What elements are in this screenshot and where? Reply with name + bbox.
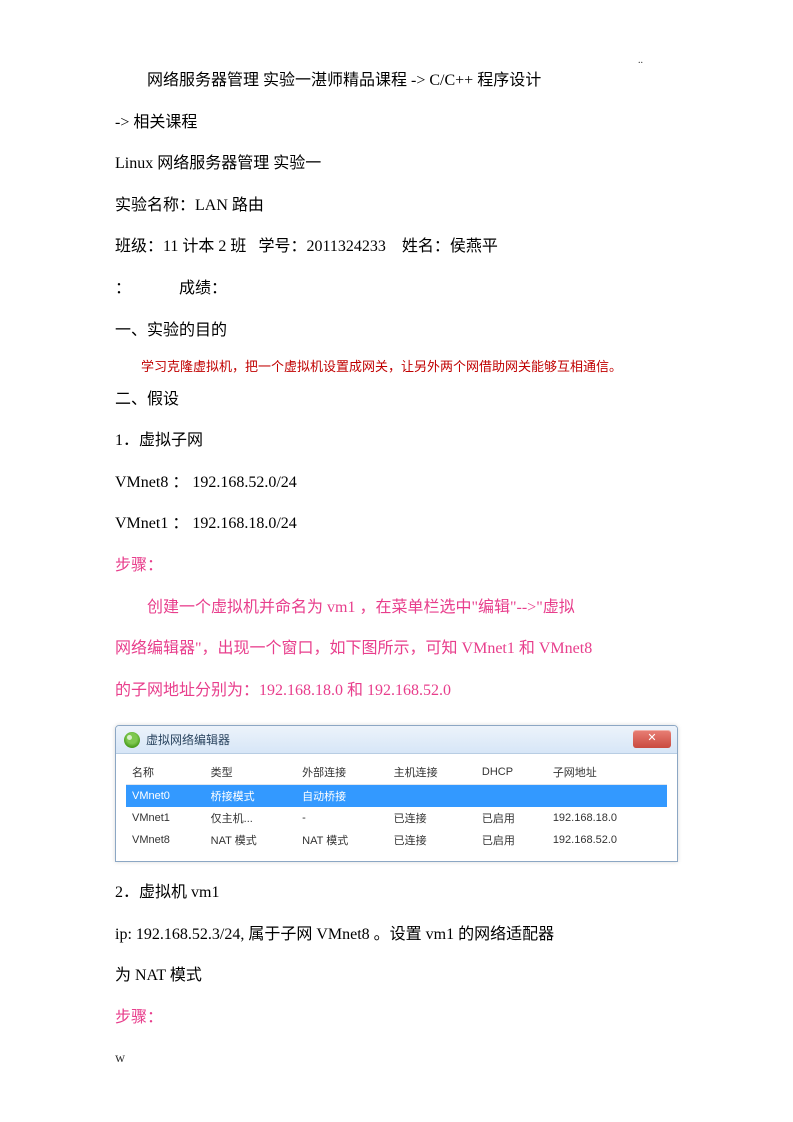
col-type[interactable]: 类型	[205, 760, 296, 785]
virtual-network-editor-window: 虚拟网络编辑器 ✕ 名称 类型 外部连接 主机连接 DHCP 子网地址	[115, 725, 678, 862]
vmnet8-line: VMnet8 ： 192.168.52.0/24	[115, 462, 678, 504]
cell-ext: -	[296, 807, 387, 829]
table-row[interactable]: VMnet0 桥接模式 自动桥接	[126, 785, 667, 808]
header-dots: ..	[638, 55, 643, 66]
sid-label: 学号：	[258, 238, 306, 255]
section-1-heading: 一、实验的目的	[115, 310, 678, 352]
sid-value: 2011324233	[306, 238, 385, 255]
colon: ：	[115, 280, 131, 297]
close-button[interactable]: ✕	[633, 730, 671, 748]
class-label: 班级：	[115, 238, 163, 255]
col-host[interactable]: 主机连接	[388, 760, 476, 785]
window-titlebar[interactable]: 虚拟网络编辑器 ✕	[116, 726, 677, 754]
cell-dhcp: 已启用	[476, 807, 547, 829]
col-name[interactable]: 名称	[126, 760, 205, 785]
vm1-line2: 为 NAT 模式	[115, 955, 678, 997]
cell-host: 已连接	[388, 807, 476, 829]
col-dhcp[interactable]: DHCP	[476, 760, 547, 785]
exp-name-row: 实验名称：LAN 路由	[115, 185, 678, 227]
cell-name: VMnet0	[126, 785, 205, 808]
vmnet1-line: VMnet1 ： 192.168.18.0/24	[115, 503, 678, 545]
section-2-heading: 二、假设	[115, 379, 678, 421]
cell-dhcp: 已启用	[476, 829, 547, 851]
step-desc-2: 网络编辑器"，出现一个窗口，如下图所示，可知 VMnet1 和 VMnet8	[115, 628, 678, 670]
exp-name-label: 实验名称：	[115, 197, 195, 214]
window-body: 名称 类型 外部连接 主机连接 DHCP 子网地址 VMnet0 桥接模式 自动…	[116, 754, 677, 861]
page-title: Linux 网络服务器管理 实验一	[115, 143, 678, 185]
cell-subnet: 192.168.18.0	[547, 807, 667, 829]
breadcrumb-line2: -> 相关课程	[115, 102, 678, 144]
footer-mark: w	[115, 1051, 125, 1067]
app-icon	[124, 732, 140, 748]
name-label: 姓名：	[402, 238, 450, 255]
step-desc-1: 创建一个虚拟机并命名为 vm1 ，在菜单栏选中"编辑"-->"虚拟	[115, 587, 678, 629]
cell-subnet: 192.168.52.0	[547, 829, 667, 851]
network-table: 名称 类型 外部连接 主机连接 DHCP 子网地址 VMnet0 桥接模式 自动…	[126, 760, 667, 851]
cell-name: VMnet1	[126, 807, 205, 829]
cell-subnet	[547, 785, 667, 808]
purpose-text: 学习克隆虚拟机，把一个虚拟机设置成网关，让另外两个网借助网关能够互相通信。	[115, 355, 678, 378]
cell-host	[388, 785, 476, 808]
student-row: 班级：11 计本 2 班 学号：2011324233 姓名：侯燕平	[115, 226, 678, 268]
table-row[interactable]: VMnet8 NAT 模式 NAT 模式 已连接 已启用 192.168.52.…	[126, 829, 667, 851]
cell-ext: 自动桥接	[296, 785, 387, 808]
item-2: 2．虚拟机 vm1	[115, 872, 678, 914]
cell-dhcp	[476, 785, 547, 808]
item-1: 1．虚拟子网	[115, 420, 678, 462]
exp-name-value: LAN 路由	[195, 197, 264, 214]
col-ext[interactable]: 外部连接	[296, 760, 387, 785]
score-label: 成绩：	[179, 280, 227, 297]
table-header-row: 名称 类型 外部连接 主机连接 DHCP 子网地址	[126, 760, 667, 785]
cell-type: NAT 模式	[205, 829, 296, 851]
step-desc-3: 的子网地址分别为：192.168.18.0 和 192.168.52.0	[115, 670, 678, 712]
table-row[interactable]: VMnet1 仅主机... - 已连接 已启用 192.168.18.0	[126, 807, 667, 829]
name-value: 侯燕平	[450, 238, 498, 255]
class-value: 11 计本 2 班	[163, 238, 246, 255]
cell-type: 仅主机...	[205, 807, 296, 829]
cell-ext: NAT 模式	[296, 829, 387, 851]
steps-label-2: 步骤：	[115, 997, 678, 1039]
cell-name: VMnet8	[126, 829, 205, 851]
window-title: 虚拟网络编辑器	[146, 731, 230, 748]
cell-type: 桥接模式	[205, 785, 296, 808]
col-subnet[interactable]: 子网地址	[547, 760, 667, 785]
breadcrumb-line1: 网络服务器管理 实验一湛师精品课程 -> C/C++ 程序设计	[115, 60, 678, 102]
score-row: ： 成绩：	[115, 268, 678, 310]
steps-label: 步骤：	[115, 545, 678, 587]
vm1-line1: ip: 192.168.52.3/24, 属于子网 VMnet8 。设置 vm1…	[115, 914, 678, 956]
cell-host: 已连接	[388, 829, 476, 851]
